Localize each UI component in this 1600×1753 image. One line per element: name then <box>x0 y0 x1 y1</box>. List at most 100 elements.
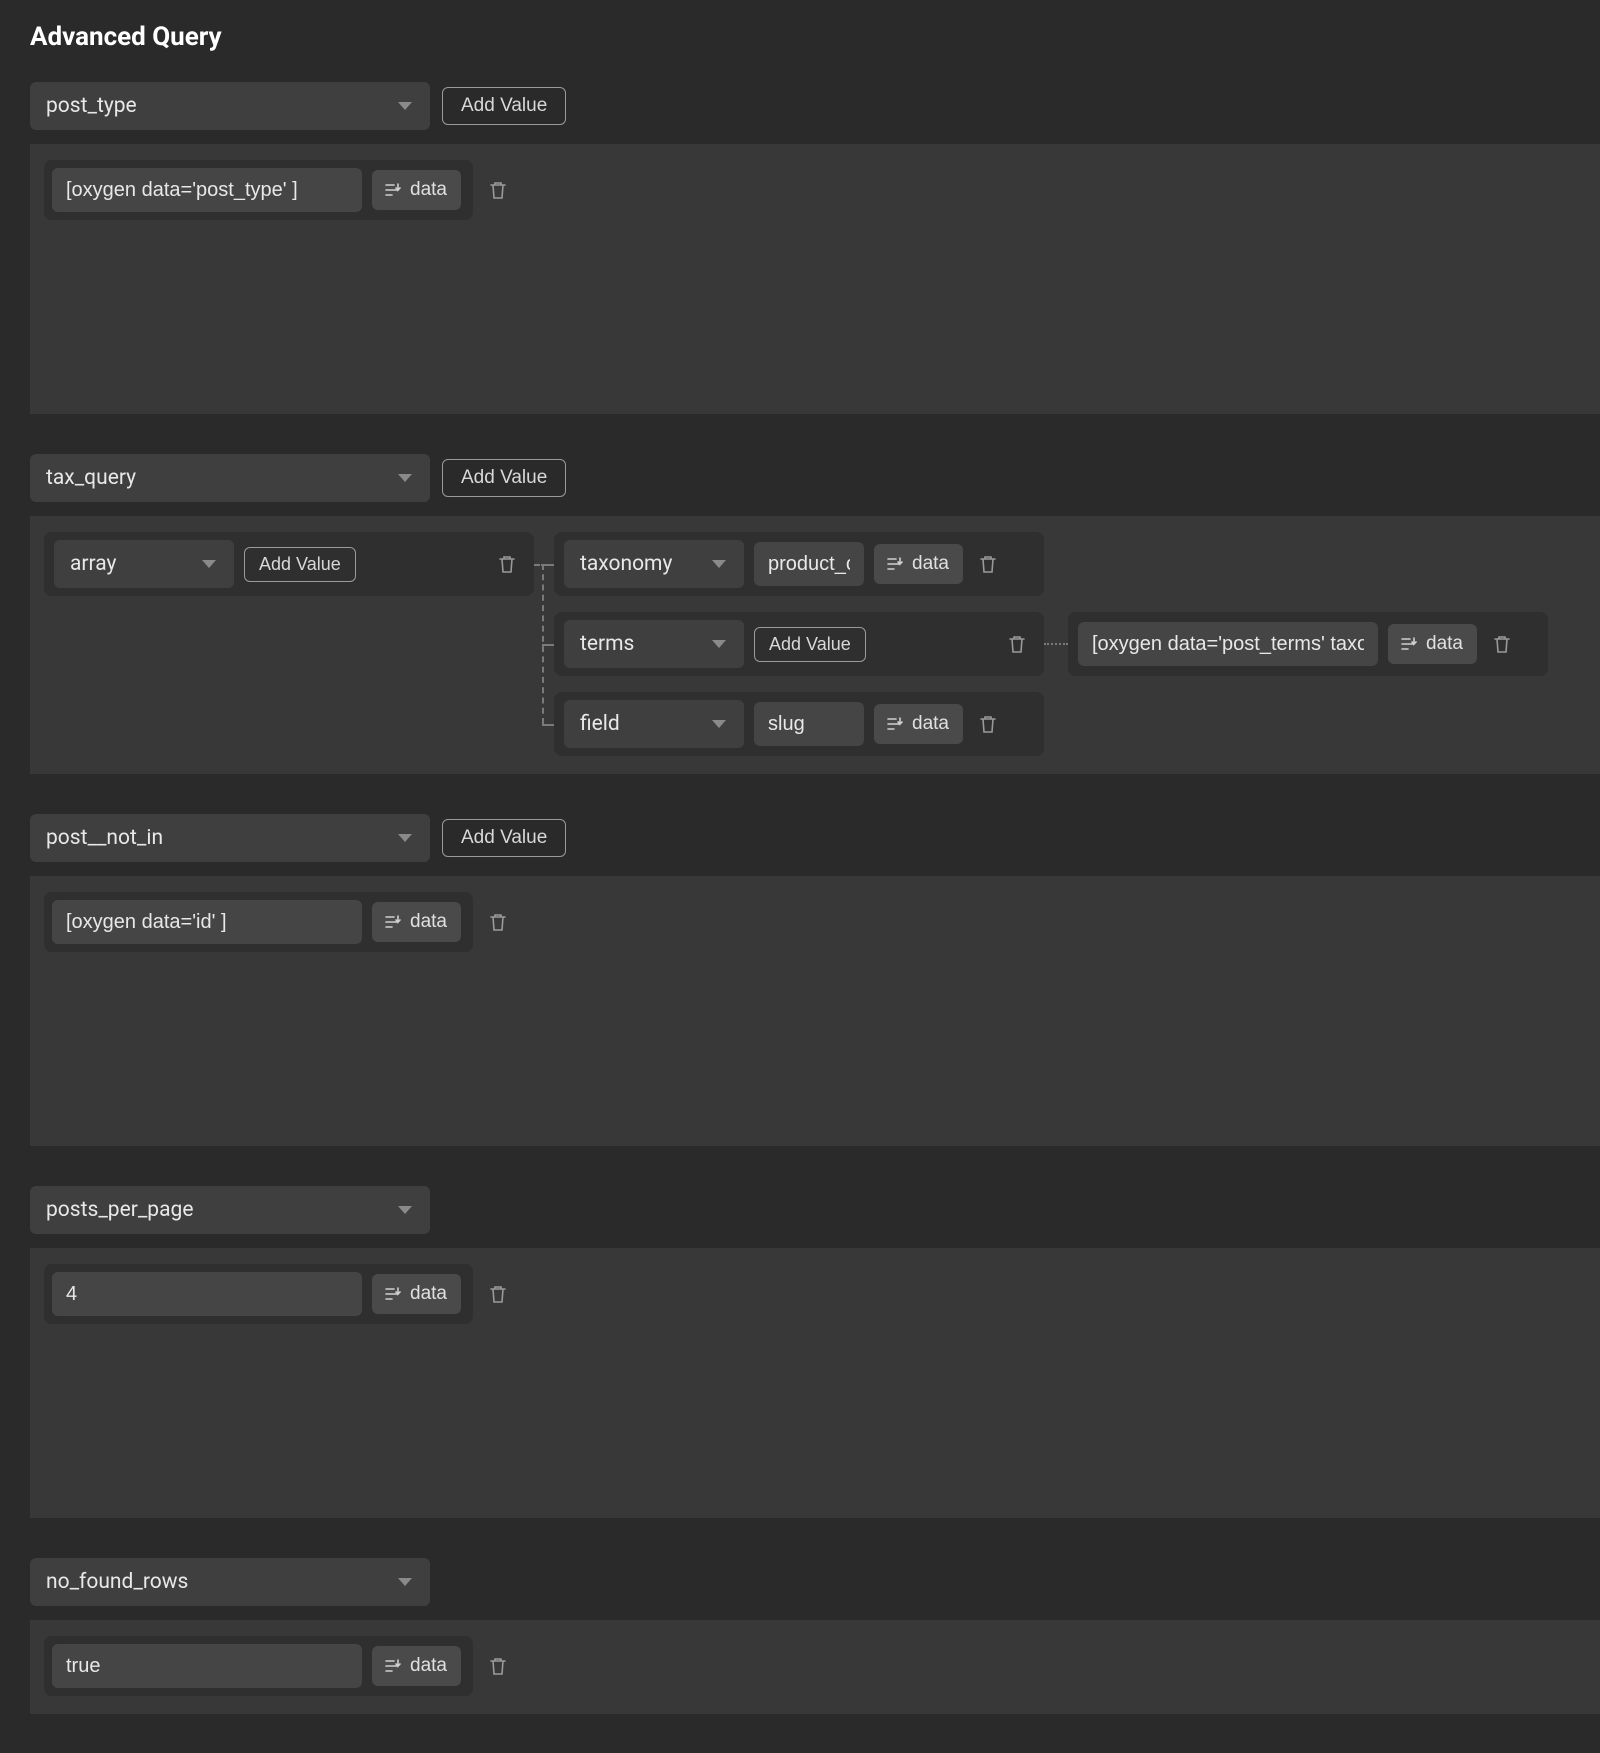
trash-icon <box>489 1284 507 1304</box>
sort-icon <box>1400 636 1418 652</box>
page-title: Advanced Query <box>0 0 1600 82</box>
data-button[interactable]: data <box>372 1274 461 1314</box>
delete-button[interactable] <box>973 708 1003 740</box>
value-input[interactable] <box>1078 622 1378 666</box>
connector-line <box>542 724 554 726</box>
delete-button[interactable] <box>483 906 513 938</box>
chevron-down-icon <box>398 102 412 110</box>
sort-icon <box>384 1658 402 1674</box>
key-label: taxonomy <box>580 552 672 576</box>
section-body: array Add Value <box>30 516 1600 774</box>
trash-icon <box>489 180 507 200</box>
chevron-down-icon <box>398 834 412 842</box>
sort-icon <box>886 556 904 572</box>
chevron-down-icon <box>398 474 412 482</box>
query-section-tax-query: tax_query Add Value array Add Value <box>30 454 1600 774</box>
add-value-button[interactable]: Add Value <box>244 547 356 582</box>
data-label: data <box>1426 633 1463 655</box>
trash-icon <box>979 554 997 574</box>
key-select[interactable]: taxonomy <box>564 540 744 588</box>
trash-icon <box>489 912 507 932</box>
query-section-posts-per-page: posts_per_page data <box>30 1186 1600 1518</box>
param-label: post_type <box>46 94 137 118</box>
data-label: data <box>410 911 447 933</box>
delete-button[interactable] <box>483 1278 513 1310</box>
trash-icon <box>979 714 997 734</box>
sort-icon <box>384 182 402 198</box>
array-label: array <box>70 552 116 576</box>
chevron-down-icon <box>398 1206 412 1214</box>
add-value-button[interactable]: Add Value <box>442 87 566 125</box>
delete-button[interactable] <box>1002 628 1032 660</box>
data-label: data <box>912 713 949 735</box>
add-value-button[interactable]: Add Value <box>754 627 866 662</box>
connector-line <box>542 644 554 646</box>
data-button[interactable]: data <box>372 902 461 942</box>
param-select[interactable]: post_type <box>30 82 430 130</box>
data-label: data <box>410 179 447 201</box>
terms-nested-group: data <box>1068 612 1548 676</box>
trash-icon <box>1008 634 1026 654</box>
data-button[interactable]: data <box>1388 624 1477 664</box>
param-select[interactable]: post__not_in <box>30 814 430 862</box>
param-select[interactable]: no_found_rows <box>30 1558 430 1606</box>
array-select[interactable]: array <box>54 540 234 588</box>
value-group: data <box>44 1636 473 1696</box>
value-input[interactable] <box>754 542 864 586</box>
chevron-down-icon <box>712 560 726 568</box>
delete-button[interactable] <box>483 174 513 206</box>
value-input[interactable] <box>52 1644 362 1688</box>
add-value-button[interactable]: Add Value <box>442 459 566 497</box>
query-section-post-type: post_type Add Value data <box>30 82 1600 414</box>
data-button[interactable]: data <box>372 1646 461 1686</box>
section-body: data <box>30 1620 1600 1714</box>
tax-row-field: field data <box>554 692 1044 756</box>
value-input[interactable] <box>754 702 864 746</box>
value-input[interactable] <box>52 1272 362 1316</box>
param-select[interactable]: posts_per_page <box>30 1186 430 1234</box>
trash-icon <box>1493 634 1511 654</box>
query-section-post-not-in: post__not_in Add Value data <box>30 814 1600 1146</box>
value-group: data <box>44 160 473 220</box>
sort-icon <box>384 914 402 930</box>
tax-row-terms: terms Add Value <box>554 612 1044 676</box>
sort-icon <box>384 1286 402 1302</box>
trash-icon <box>498 554 516 574</box>
data-label: data <box>410 1655 447 1677</box>
value-group: data <box>44 892 473 952</box>
chevron-down-icon <box>398 1578 412 1586</box>
chevron-down-icon <box>202 560 216 568</box>
query-section-no-found-rows: no_found_rows data <box>30 1558 1600 1714</box>
trash-icon <box>489 1656 507 1676</box>
connector-line <box>1044 643 1068 645</box>
chevron-down-icon <box>712 640 726 648</box>
param-label: post__not_in <box>46 826 163 850</box>
chevron-down-icon <box>712 720 726 728</box>
section-header: tax_query Add Value <box>30 454 1600 502</box>
delete-button[interactable] <box>1487 628 1517 660</box>
delete-button[interactable] <box>973 548 1003 580</box>
value-group: data <box>44 1264 473 1324</box>
delete-button[interactable] <box>483 1650 513 1682</box>
param-label: posts_per_page <box>46 1198 193 1222</box>
data-button[interactable]: data <box>874 704 963 744</box>
data-button[interactable]: data <box>874 544 963 584</box>
section-body: data <box>30 876 1600 1146</box>
array-group: array Add Value <box>44 532 534 596</box>
sort-icon <box>886 716 904 732</box>
key-label: field <box>580 712 620 736</box>
delete-button[interactable] <box>492 548 522 580</box>
value-input[interactable] <box>52 900 362 944</box>
param-select[interactable]: tax_query <box>30 454 430 502</box>
section-header: posts_per_page <box>30 1186 1600 1234</box>
data-button[interactable]: data <box>372 170 461 210</box>
add-value-button[interactable]: Add Value <box>442 819 566 857</box>
param-label: tax_query <box>46 466 136 490</box>
section-header: post__not_in Add Value <box>30 814 1600 862</box>
key-select[interactable]: field <box>564 700 744 748</box>
section-body: data <box>30 1248 1600 1518</box>
key-select[interactable]: terms <box>564 620 744 668</box>
value-input[interactable] <box>52 168 362 212</box>
section-header: no_found_rows <box>30 1558 1600 1606</box>
data-label: data <box>410 1283 447 1305</box>
